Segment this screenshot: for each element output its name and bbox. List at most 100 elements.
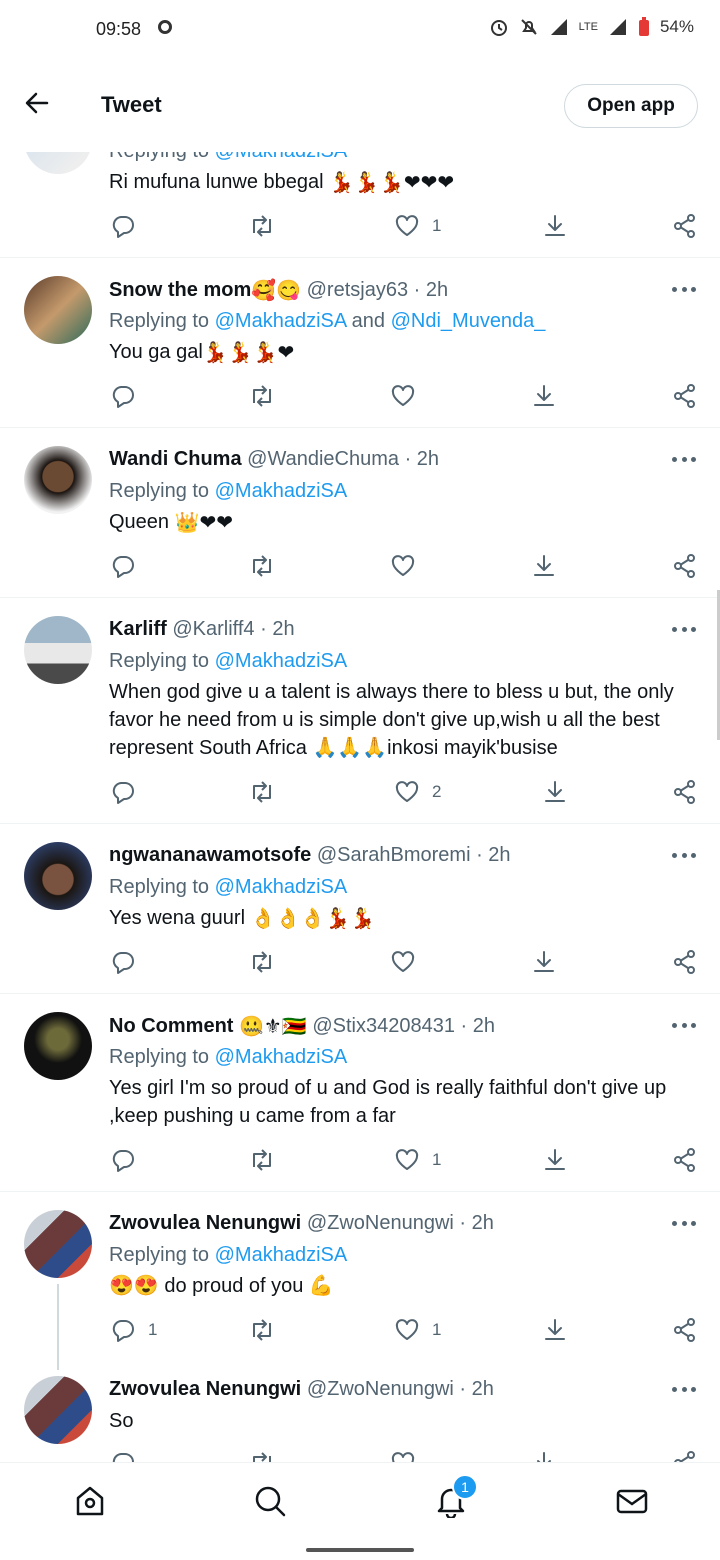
- heart-icon: [395, 1149, 419, 1170]
- avatar[interactable]: [24, 1376, 92, 1444]
- share-button[interactable]: [672, 213, 698, 239]
- more-icon[interactable]: [672, 287, 696, 293]
- download-button[interactable]: [542, 213, 568, 239]
- download-button[interactable]: [531, 383, 557, 409]
- retweet-button[interactable]: [248, 553, 276, 579]
- retweet-button[interactable]: [248, 1147, 276, 1173]
- download-button[interactable]: [542, 779, 568, 805]
- more-icon[interactable]: [672, 1023, 696, 1029]
- retweet-button[interactable]: [248, 213, 276, 239]
- retweet-icon: [253, 781, 271, 803]
- more-icon[interactable]: [672, 627, 696, 633]
- author-handle[interactable]: @ZwoNenungwi: [307, 1212, 454, 1234]
- replying-to: Replying to @MakhadziSA: [109, 876, 348, 898]
- tweet-actions: [0, 383, 720, 413]
- author-handle[interactable]: @SarahBmoremi: [317, 844, 471, 866]
- tweet[interactable]: Wandi Chuma @WandieChuma · 2h Replying t…: [0, 428, 720, 598]
- like-button[interactable]: [390, 553, 416, 579]
- tweet-text: Queen 👑❤❤: [109, 508, 704, 537]
- share-button[interactable]: [672, 779, 698, 805]
- reply-icon: [112, 782, 134, 804]
- tweet-time: · 2h: [260, 618, 295, 640]
- mention-link[interactable]: @MakhadziSA: [215, 650, 348, 672]
- download-button[interactable]: [542, 1317, 568, 1343]
- heart-icon: [395, 1319, 419, 1340]
- retweet-button[interactable]: [248, 1317, 276, 1343]
- gesture-bar[interactable]: [306, 1548, 414, 1552]
- mention-link[interactable]: @MakhadziSA: [215, 1046, 348, 1068]
- retweet-button[interactable]: [248, 779, 276, 805]
- avatar[interactable]: [24, 1012, 92, 1080]
- nav-search[interactable]: [250, 1481, 290, 1521]
- author-handle[interactable]: @ZwoNenungwi: [307, 1378, 454, 1400]
- author-name[interactable]: No Comment: [109, 1015, 233, 1037]
- tweet[interactable]: Karliff @Karliff4 · 2h Replying to @Makh…: [0, 598, 720, 824]
- avatar[interactable]: [24, 276, 92, 344]
- author-handle[interactable]: @WandieChuma: [247, 448, 399, 470]
- author-name[interactable]: Zwovulea Nenungwi: [109, 1212, 301, 1234]
- author-name[interactable]: Snow the mom: [109, 279, 251, 301]
- download-button[interactable]: [542, 1147, 568, 1173]
- share-button[interactable]: [672, 1147, 698, 1173]
- author-name[interactable]: ngwananawamotsofe: [109, 844, 311, 866]
- reply-button[interactable]: 1: [110, 1317, 157, 1343]
- share-button[interactable]: [672, 949, 698, 975]
- more-icon[interactable]: [672, 1387, 696, 1393]
- author-handle[interactable]: @Stix34208431: [312, 1015, 455, 1037]
- like-button[interactable]: 2: [394, 779, 441, 805]
- tweet-actions: 2: [0, 779, 720, 809]
- author-name[interactable]: Zwovulea Nenungwi: [109, 1378, 301, 1400]
- tweet[interactable]: No Comment 🤐⚜🇿🇼 @Stix34208431 · 2h Reply…: [0, 994, 720, 1192]
- nav-messages[interactable]: [612, 1481, 652, 1521]
- retweet-button[interactable]: [248, 383, 276, 409]
- author-handle[interactable]: @Karliff4: [172, 618, 254, 640]
- mail-icon: [616, 1489, 648, 1514]
- download-button[interactable]: [531, 949, 557, 975]
- reply-button[interactable]: [110, 1147, 136, 1173]
- reply-button[interactable]: [110, 213, 136, 239]
- reply-button[interactable]: [110, 779, 136, 805]
- like-button[interactable]: [390, 383, 416, 409]
- like-button[interactable]: 1: [394, 1147, 441, 1173]
- retweet-icon: [253, 1149, 271, 1171]
- open-app-button[interactable]: Open app: [564, 84, 698, 128]
- nav-home[interactable]: [70, 1481, 110, 1521]
- avatar[interactable]: [24, 446, 92, 514]
- tweet[interactable]: Zwovulea Nenungwi @ZwoNenungwi · 2h Repl…: [0, 1192, 720, 1362]
- like-button[interactable]: 1: [394, 213, 441, 239]
- tweet-time: · 2h: [459, 1378, 494, 1400]
- tweet-time: · 2h: [460, 1014, 495, 1037]
- mention-link[interactable]: @Ndi_Muvenda_: [391, 310, 546, 332]
- reply-button[interactable]: [110, 383, 136, 409]
- heart-icon: [391, 555, 415, 576]
- tweet[interactable]: ngwananawamotsofe @SarahBmoremi · 2h Rep…: [0, 824, 720, 994]
- status-icons: LTE 54%: [489, 17, 694, 37]
- back-button[interactable]: [24, 90, 50, 121]
- author-name[interactable]: Karliff: [109, 618, 167, 640]
- avatar[interactable]: [24, 842, 92, 910]
- author-handle[interactable]: @retsjay63: [307, 279, 408, 301]
- mention-link[interactable]: @MakhadziSA: [215, 1244, 348, 1266]
- reply-button[interactable]: [110, 553, 136, 579]
- share-button[interactable]: [672, 383, 698, 409]
- mention-link[interactable]: @MakhadziSA: [215, 310, 346, 332]
- tweet[interactable]: Snow the mom🥰😋 @retsjay63 · 2h Replying …: [0, 258, 720, 428]
- retweet-button[interactable]: [248, 949, 276, 975]
- mention-link[interactable]: @MakhadziSA: [215, 876, 348, 898]
- more-icon[interactable]: [672, 1221, 696, 1227]
- tweet-author-row: Zwovulea Nenungwi @ZwoNenungwi · 2h: [109, 1378, 494, 1401]
- tweet-actions: 1: [0, 1147, 720, 1177]
- like-button[interactable]: 1: [394, 1317, 441, 1343]
- more-icon[interactable]: [672, 853, 696, 859]
- download-button[interactable]: [531, 553, 557, 579]
- share-button[interactable]: [672, 553, 698, 579]
- avatar[interactable]: [24, 1210, 92, 1278]
- share-icon: [674, 214, 695, 238]
- share-button[interactable]: [672, 1317, 698, 1343]
- author-name[interactable]: Wandi Chuma: [109, 448, 242, 470]
- more-icon[interactable]: [672, 457, 696, 463]
- reply-button[interactable]: [110, 949, 136, 975]
- avatar[interactable]: [24, 616, 92, 684]
- like-button[interactable]: [390, 949, 416, 975]
- mention-link[interactable]: @MakhadziSA: [215, 480, 348, 502]
